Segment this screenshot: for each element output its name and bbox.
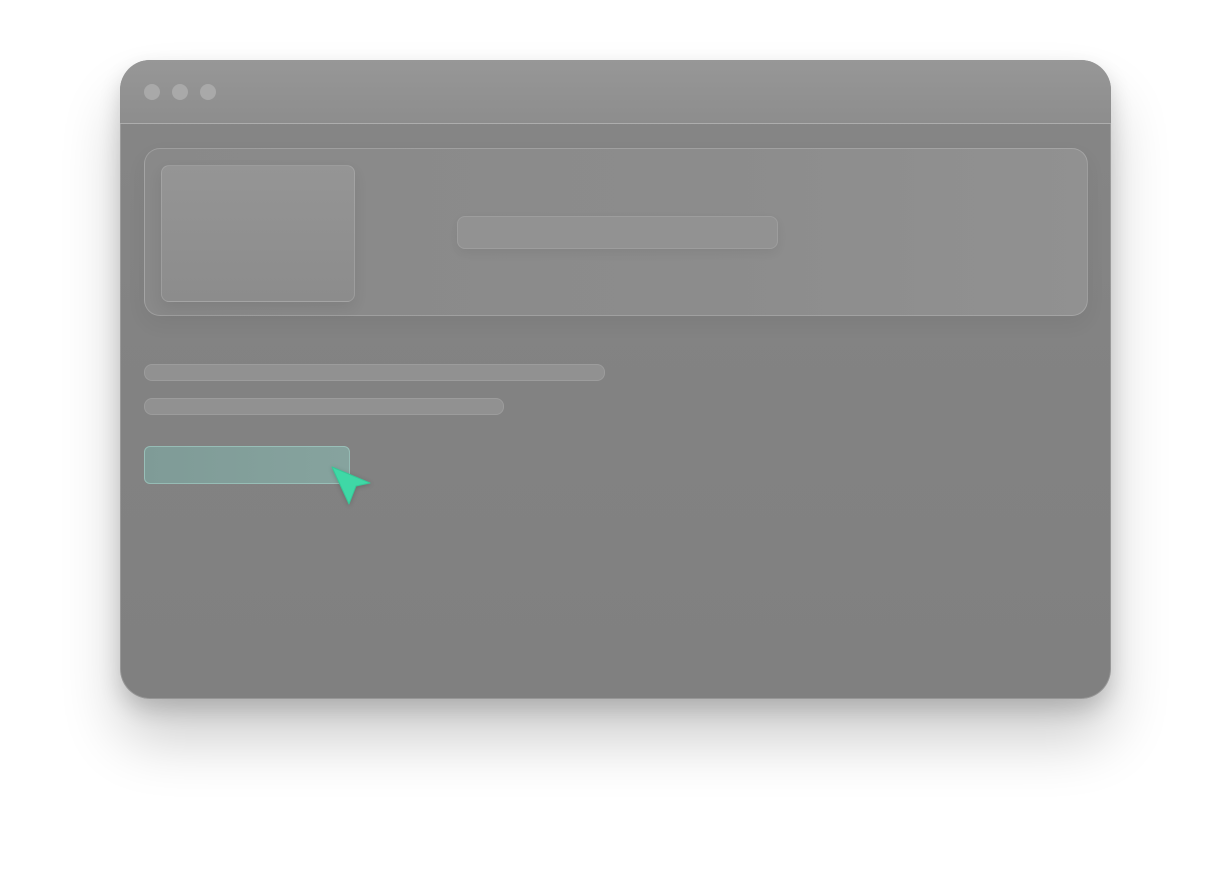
minimize-window-button[interactable] [172,84,188,100]
stage [0,0,1232,880]
app-window [120,60,1111,699]
primary-action-button[interactable] [144,446,350,484]
hero-heading-placeholder [457,216,778,249]
pointer-arrow-icon [331,466,371,505]
hero-image-placeholder [161,165,355,302]
content-line-1 [144,364,605,381]
close-window-button[interactable] [144,84,160,100]
maximize-window-button[interactable] [200,84,216,100]
content-line-2 [144,398,504,415]
hero-card [144,148,1088,316]
window-titlebar [120,60,1111,124]
